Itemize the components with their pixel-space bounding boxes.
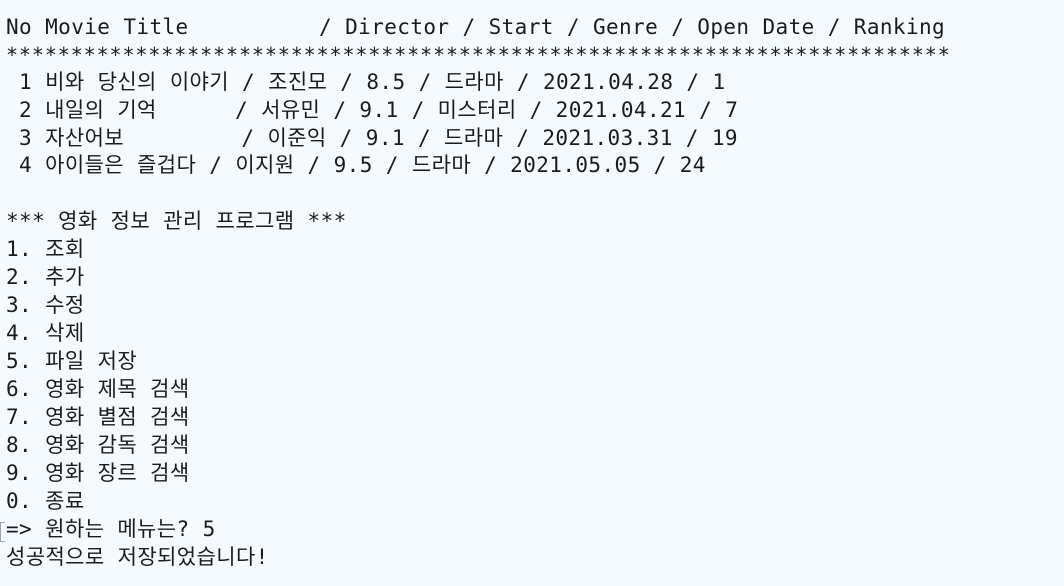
menu-title: *** 영화 정보 관리 프로그램 *** (6, 209, 347, 233)
menu-item: 9. 영화 장르 검색 (6, 461, 190, 485)
menu-item: 7. 영화 별점 검색 (6, 405, 190, 429)
table-row: 3 자산어보 / 이준익 / 9.1 / 드라마 / 2021.03.31 / … (6, 126, 738, 150)
menu-item: 0. 종료 (6, 489, 85, 513)
table-row: 1 비와 당신의 이야기 / 조진모 / 8.5 / 드라마 / 2021.04… (6, 70, 726, 94)
input-prompt[interactable]: => 원하는 메뉴는? 5 (6, 515, 216, 543)
menu-item: 6. 영화 제목 검색 (6, 377, 190, 401)
table-row: 4 아이들은 즐겁다 / 이지원 / 9.5 / 드라마 / 2021.05.0… (6, 153, 706, 177)
menu-item: 3. 수정 (6, 293, 85, 317)
menu-item: 5. 파일 저장 (6, 349, 138, 373)
result-message: 성공적으로 저장되었습니다! (6, 545, 269, 569)
menu-item: 2. 추가 (6, 265, 85, 289)
menu-item: 1. 조회 (6, 237, 85, 261)
terminal-output[interactable]: No Movie Title / Director / Start / Genr… (0, 0, 1064, 586)
separator-line: ****************************************… (6, 43, 951, 67)
table-header: No Movie Title / Director / Start / Genr… (6, 15, 946, 39)
menu-item: 8. 영화 감독 검색 (6, 433, 190, 457)
table-row: 2 내일의 기억 / 서유민 / 9.1 / 미스터리 / 2021.04.21… (6, 98, 739, 122)
menu-item: 4. 삭제 (6, 321, 85, 345)
input-caret-marker (0, 522, 5, 542)
